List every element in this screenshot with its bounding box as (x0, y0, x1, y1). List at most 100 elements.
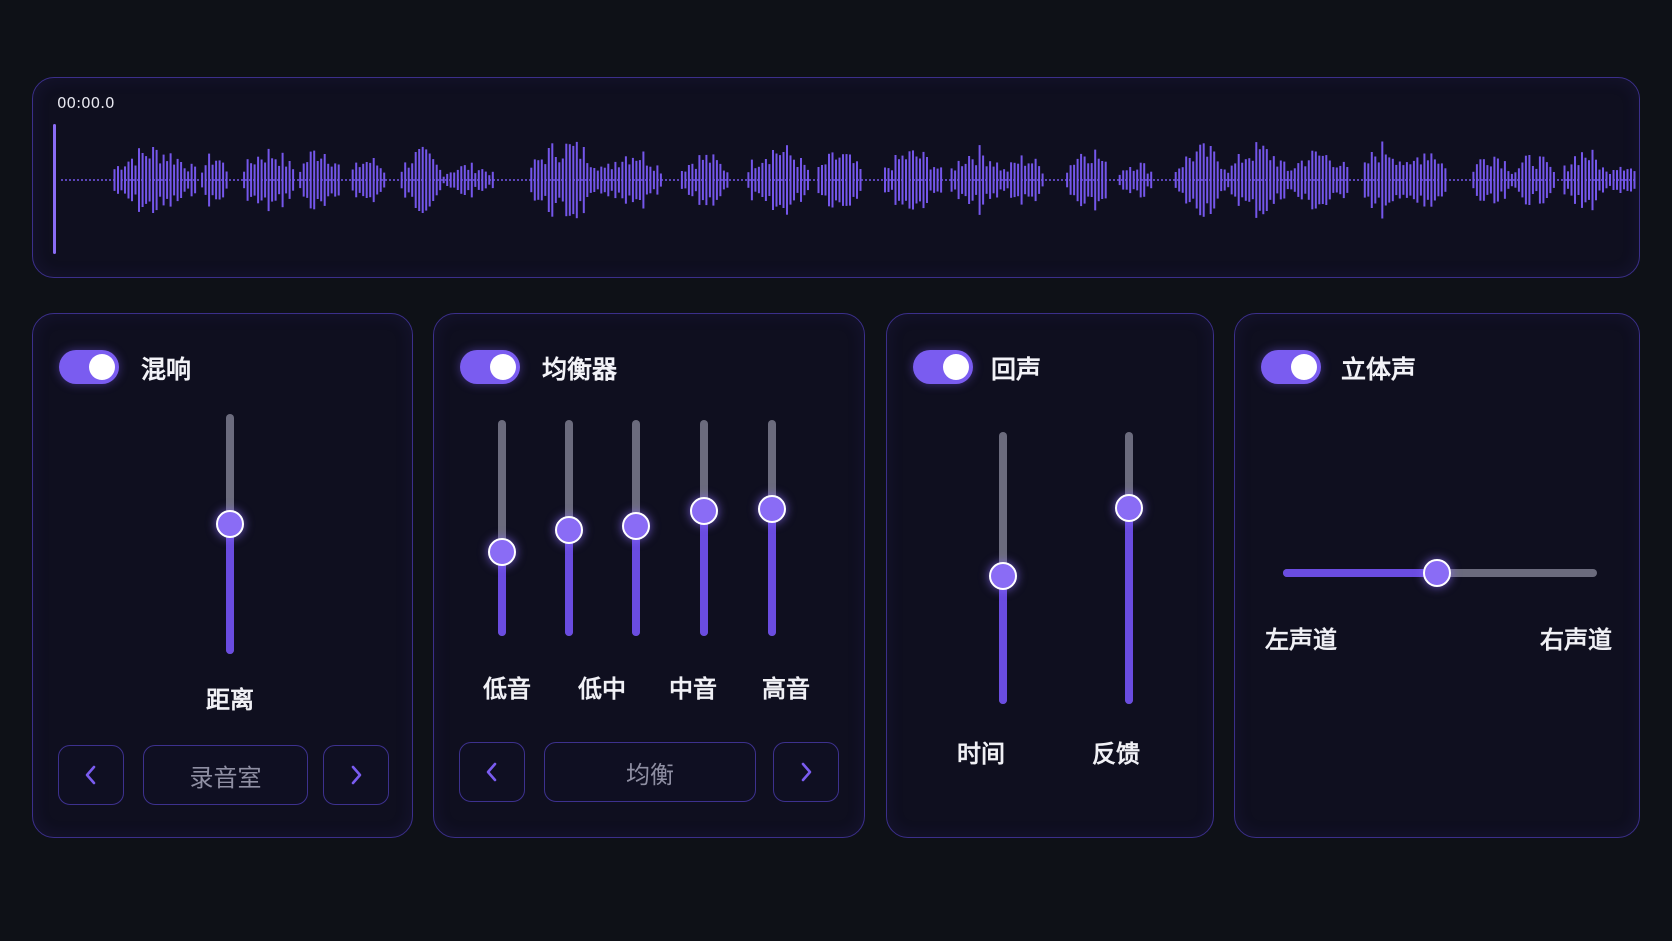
stereo-toggle[interactable] (1261, 350, 1321, 384)
eq-bass-slider[interactable] (482, 420, 522, 636)
waveform-bar (1213, 151, 1216, 209)
waveform-bar (624, 156, 627, 204)
waveform-bar (968, 156, 971, 204)
eq-label-bass: 低音 (483, 675, 531, 703)
waveform-bar (1521, 162, 1524, 198)
waveform-bar (152, 147, 155, 213)
chevron-left-icon (486, 762, 497, 782)
waveform-bar (537, 160, 540, 200)
waveform-bar (821, 165, 823, 196)
waveform-bar (761, 162, 764, 197)
equalizer-prev-button[interactable] (459, 742, 525, 802)
waveform-bar (1423, 153, 1426, 207)
echo-time-slider[interactable] (983, 432, 1023, 704)
waveform-bar (680, 171, 683, 189)
reverb-next-button[interactable] (323, 745, 389, 805)
waveform-panel[interactable]: 00:00.0 (32, 77, 1640, 278)
waveform-bar (1178, 168, 1181, 192)
waveform-bar (1094, 149, 1097, 211)
waveform-bar (565, 143, 568, 217)
waveform-bar (617, 167, 620, 193)
slider-thumb[interactable] (758, 494, 786, 523)
waveform-bar (1279, 160, 1282, 200)
waveform-bar (204, 165, 207, 195)
echo-time-label: 时间 (957, 740, 1005, 768)
waveform-bar (985, 166, 988, 194)
slider-thumb[interactable] (216, 510, 244, 539)
eq-mid-slider[interactable] (616, 420, 656, 636)
waveform-bar (1475, 164, 1478, 196)
waveform-bar (638, 160, 641, 200)
slider-thumb[interactable] (989, 562, 1017, 591)
slider-fill (700, 510, 708, 636)
waveform-bar (859, 169, 862, 191)
waveform-bar (992, 166, 995, 194)
waveform-bar (1227, 172, 1230, 188)
equalizer-preset-select[interactable]: 均衡 (544, 742, 756, 802)
slider-thumb[interactable] (690, 496, 718, 525)
eq-high-mid-slider[interactable] (684, 420, 724, 636)
slider-thumb[interactable] (488, 537, 516, 566)
reverb-toggle[interactable] (59, 350, 119, 384)
waveform-bar (845, 154, 848, 206)
equalizer-toggle[interactable] (460, 350, 520, 384)
waveform-bar (1010, 162, 1013, 198)
waveform-bar (750, 159, 753, 201)
waveform-bar (824, 164, 827, 196)
waveform-bar (1206, 156, 1209, 204)
waveform-bar (180, 162, 183, 198)
waveform-bar (1188, 158, 1191, 203)
waveform-bar (772, 150, 774, 210)
waveform-bar (1517, 168, 1520, 192)
reverb-title: 混响 (141, 355, 192, 384)
waveform-bar (652, 170, 655, 190)
slider-fill (1283, 569, 1437, 577)
slider-thumb[interactable] (622, 511, 650, 540)
eq-treble-slider[interactable] (752, 420, 792, 636)
slider-fill (226, 524, 234, 654)
waveform-bar (764, 159, 767, 201)
waveform-bar (1181, 167, 1184, 193)
eq-low-mid-slider[interactable] (549, 420, 589, 636)
slider-thumb[interactable] (1115, 494, 1143, 523)
waveform-bar (201, 172, 204, 188)
waveform-bar (544, 164, 547, 196)
waveform-bar (1003, 169, 1006, 191)
waveform-bar (1258, 149, 1261, 211)
waveform-bar (1097, 158, 1100, 202)
slider-thumb[interactable] (1422, 559, 1451, 587)
echo-toggle[interactable] (913, 350, 973, 384)
waveform-bar (789, 155, 792, 205)
waveform-bar (372, 158, 375, 203)
waveform-bar (603, 167, 606, 193)
waveform-bar (982, 155, 985, 205)
echo-feedback-slider[interactable] (1109, 432, 1149, 704)
waveform-bar (1591, 149, 1594, 211)
waveform-bar (474, 173, 477, 187)
reverb-preset-select[interactable]: 录音室 (143, 745, 308, 805)
stereo-balance-slider[interactable] (1283, 553, 1597, 593)
slider-thumb[interactable] (555, 516, 583, 545)
stereo-panel: 立体声 左声道 右声道 (1234, 313, 1640, 838)
waveform-bar (586, 163, 589, 197)
waveform-bar (1066, 172, 1069, 188)
waveform-bar (642, 151, 645, 209)
distance-slider[interactable] (210, 414, 250, 654)
waveform-bar (1577, 165, 1580, 195)
waveform-bar (856, 161, 858, 199)
waveform-bar (635, 160, 638, 200)
waveform-bar (1297, 163, 1300, 197)
waveform-bar (687, 165, 690, 195)
waveform-bar (351, 169, 354, 191)
waveform-bar (894, 155, 897, 205)
equalizer-next-button[interactable] (773, 742, 839, 802)
reverb-prev-button[interactable] (58, 745, 124, 805)
waveform-bar (950, 168, 953, 192)
waveform-bar (1209, 146, 1212, 214)
waveform-bar (1076, 158, 1079, 202)
waveform-bar (1104, 161, 1107, 199)
waveform-bar (302, 163, 305, 197)
waveform-bar (1202, 143, 1205, 217)
waveform[interactable] (33, 78, 1638, 276)
waveform-bar (1388, 157, 1391, 203)
